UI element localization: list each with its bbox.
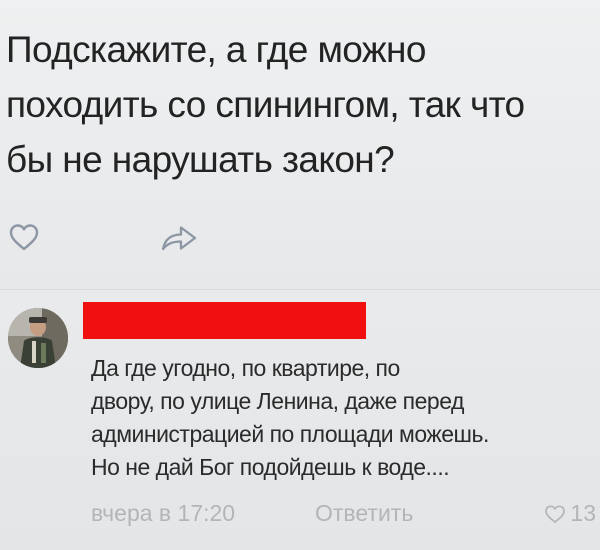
comment: Да где угодно, по квартире, по двору, по… (0, 290, 600, 550)
heart-icon (545, 504, 566, 523)
share-icon[interactable] (160, 224, 198, 252)
comment-like-count: 13 (570, 500, 596, 526)
avatar-photo (8, 308, 68, 368)
post-text: Подскажите, а где можно походить со спин… (6, 29, 525, 180)
heart-icon[interactable] (8, 222, 40, 252)
reply-button[interactable]: Ответить (315, 500, 413, 527)
avatar[interactable] (8, 308, 68, 368)
comment-like-button[interactable]: 13 (544, 500, 596, 527)
post: Подскажите, а где можно походить со спин… (0, 0, 600, 290)
comment-footer: вчера в 17:20 Ответить 13 (91, 500, 596, 530)
comment-time: вчера в 17:20 (91, 500, 236, 526)
author-name-redaction (83, 302, 366, 339)
comment-text: Да где угодно, по квартире, по двору, по… (91, 355, 489, 480)
